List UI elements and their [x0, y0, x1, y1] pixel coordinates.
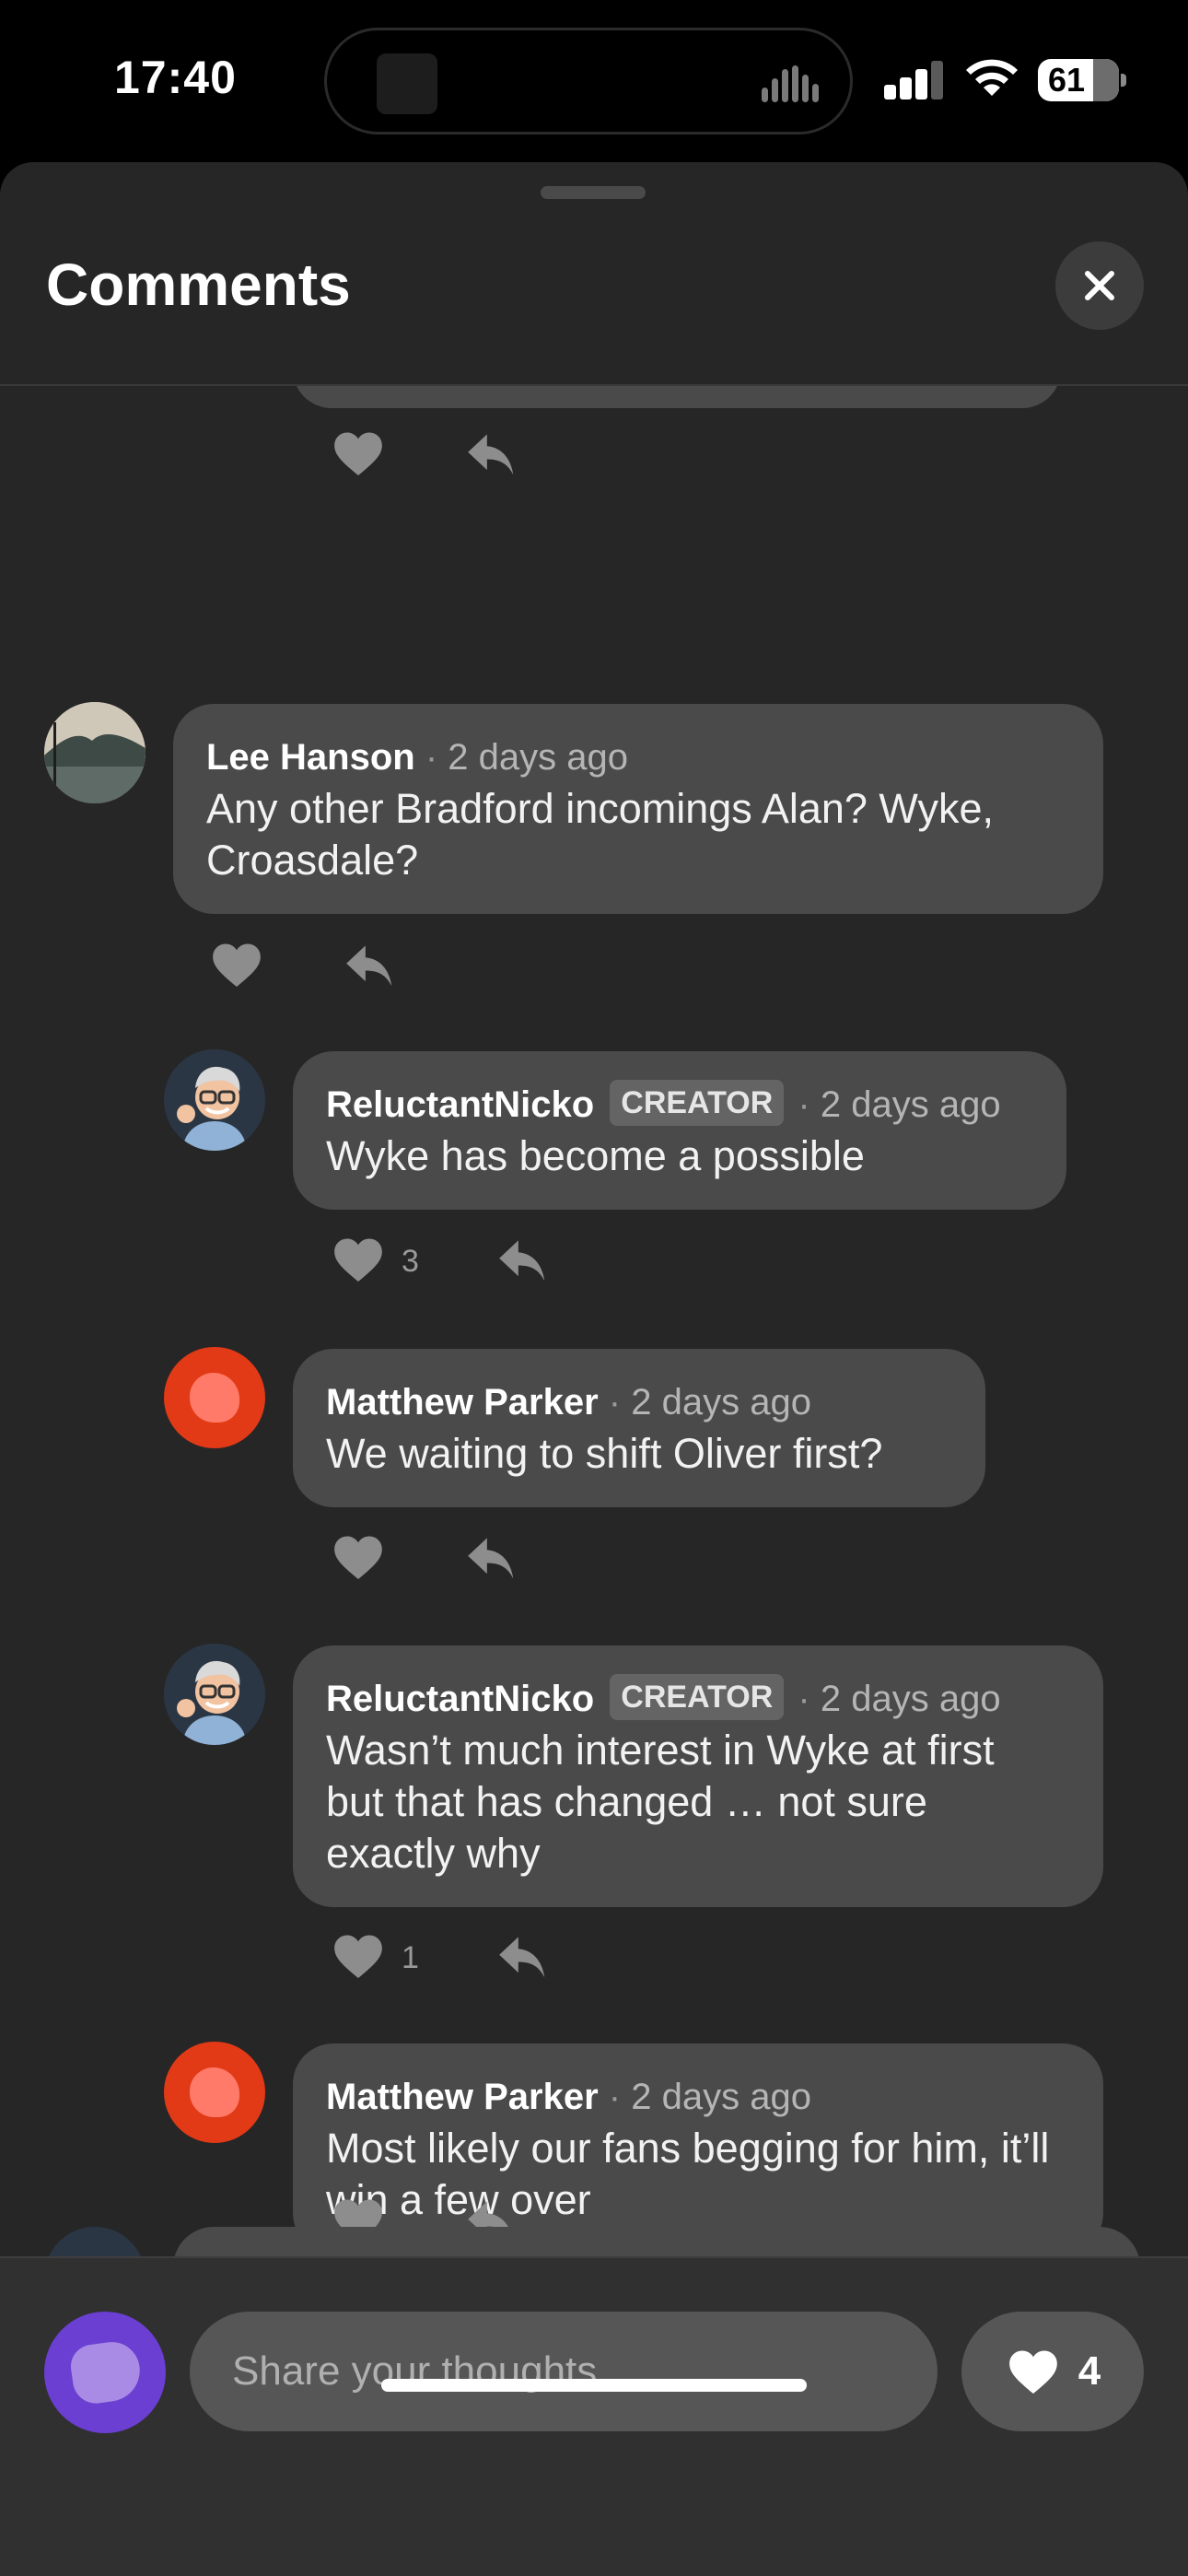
comment-text: Wasn’t much interest in Wyke at first bu…	[326, 1727, 995, 1877]
comment-bubble-partial	[293, 386, 1061, 408]
audio-waveform-icon	[762, 65, 822, 102]
like-count: 3	[402, 1244, 419, 1279]
comment-meta: Matthew Parker · 2 days ago	[326, 2071, 1070, 2123]
comment-author[interactable]: Matthew Parker	[326, 2077, 599, 2117]
comment-timestamp: 2 days ago	[820, 1679, 1001, 1719]
comment-bubble-partial	[173, 2227, 1140, 2256]
separator-dot: ·	[425, 737, 438, 778]
post-like-count: 4	[1077, 2348, 1101, 2394]
comment-author[interactable]: ReluctantNicko	[326, 1084, 594, 1125]
comment-actions: 1	[330, 1927, 569, 1992]
current-user-avatar[interactable]	[44, 2312, 166, 2433]
reply-icon[interactable]	[462, 1528, 521, 1586]
comment-meta: ReluctantNicko CREATOR · 2 days ago	[326, 1673, 1070, 1725]
close-icon	[1085, 271, 1114, 300]
composer-bar: 4	[0, 2256, 1188, 2576]
now-playing-artwork	[377, 53, 437, 114]
battery-empty-segment	[1093, 59, 1119, 101]
heart-icon	[1008, 2350, 1057, 2395]
comment-actions	[208, 936, 411, 1001]
close-button[interactable]	[1055, 241, 1144, 330]
comment-actions: 3	[330, 1231, 569, 1295]
separator-dot: ·	[798, 1679, 810, 1719]
heart-icon[interactable]	[208, 936, 265, 993]
dynamic-island[interactable]	[324, 28, 853, 135]
avatar-matthew-parker[interactable]	[164, 1347, 265, 1448]
share-thoughts-input[interactable]	[190, 2312, 938, 2431]
comment-bubble[interactable]: Matthew Parker · 2 days ago We waiting t…	[293, 1349, 985, 1507]
comment-text: Wyke has become a possible	[326, 1132, 865, 1179]
memoji-avatar	[164, 1049, 265, 1151]
separator-dot: ·	[608, 2077, 622, 2117]
creator-badge: CREATOR	[610, 1674, 785, 1720]
wifi-icon	[966, 59, 1018, 96]
battery-icon: 61	[1038, 59, 1126, 101]
comment-bubble[interactable]: ReluctantNicko CREATOR · 2 days ago Wasn…	[293, 1645, 1103, 1907]
avatar-lee-hanson[interactable]	[44, 702, 146, 803]
avatar-partial	[44, 2227, 146, 2256]
avatar-reluctantnicko[interactable]	[164, 1049, 265, 1151]
comment-author[interactable]: ReluctantNicko	[326, 1679, 594, 1719]
comment-author[interactable]: Matthew Parker	[326, 1382, 599, 1423]
heart-icon[interactable]	[330, 1528, 387, 1586]
status-bar: 17:40 61	[0, 0, 1188, 162]
reply-icon[interactable]	[341, 936, 400, 993]
home-indicator[interactable]	[381, 2379, 807, 2392]
reply-icon[interactable]	[494, 1927, 553, 1985]
like-count: 1	[402, 1940, 419, 1975]
post-like-button[interactable]: 4	[961, 2312, 1144, 2431]
sheet-grabber[interactable]	[541, 186, 646, 199]
memoji-avatar	[164, 1644, 265, 1745]
avatar-reluctantnicko[interactable]	[164, 1644, 265, 1745]
reply-icon[interactable]	[462, 425, 521, 482]
comment-text: We waiting to shift Oliver first?	[326, 1430, 883, 1477]
separator-dot: ·	[798, 1084, 810, 1125]
comment-text: Any other Bradford incomings Alan? Wyke,…	[206, 785, 995, 884]
comment-bubble[interactable]: ReluctantNicko CREATOR · 2 days ago Wyke…	[293, 1051, 1066, 1210]
heart-icon[interactable]	[330, 1231, 387, 1288]
comment-timestamp: 2 days ago	[448, 737, 628, 778]
comments-list[interactable]: Lee Hanson · 2 days ago Any other Bradfo…	[0, 386, 1188, 2256]
comment-timestamp: 2 days ago	[631, 2077, 811, 2117]
battery-level: 61	[1047, 61, 1086, 99]
comments-sheet: Comments Lee Hanson · 2 days ago Any oth…	[0, 162, 1188, 2576]
comment-actions	[330, 425, 532, 489]
comment-meta: ReluctantNicko CREATOR · 2 days ago	[326, 1079, 1033, 1130]
sheet-title: Comments	[46, 252, 351, 318]
signal-icon	[884, 61, 945, 100]
comment-meta: Matthew Parker · 2 days ago	[326, 1376, 952, 1428]
comment-timestamp: 2 days ago	[631, 1382, 811, 1423]
comment-actions	[330, 1528, 532, 1593]
lake-photo	[44, 702, 146, 803]
comment-bubble[interactable]: Lee Hanson · 2 days ago Any other Bradfo…	[173, 704, 1103, 914]
separator-dot: ·	[608, 1382, 622, 1423]
comment-author[interactable]: Lee Hanson	[206, 737, 415, 778]
comment-meta: Lee Hanson · 2 days ago	[206, 732, 1070, 783]
heart-icon[interactable]	[330, 425, 387, 482]
status-time: 17:40	[114, 52, 237, 103]
comment-timestamp: 2 days ago	[820, 1084, 1001, 1125]
heart-icon[interactable]	[330, 1927, 387, 1985]
reply-icon[interactable]	[494, 1231, 553, 1288]
avatar-matthew-parker[interactable]	[164, 2042, 265, 2143]
creator-badge: CREATOR	[610, 1080, 785, 1126]
